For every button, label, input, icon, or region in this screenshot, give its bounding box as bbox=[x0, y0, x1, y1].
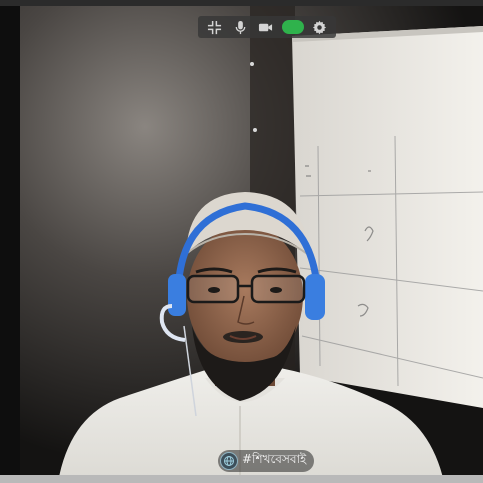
video-frame: #শিখবেসবাই bbox=[0, 0, 483, 483]
exit-fullscreen-icon bbox=[208, 20, 222, 34]
settings-button[interactable] bbox=[309, 18, 329, 36]
caption-text: #শিখবেসবাই bbox=[242, 452, 307, 466]
caption-badge: #শিখবেসবাই bbox=[218, 450, 315, 472]
call-toolbar bbox=[198, 16, 336, 38]
gear-icon bbox=[312, 20, 326, 34]
exit-fullscreen-button[interactable] bbox=[205, 18, 225, 36]
video-camera-icon bbox=[259, 23, 273, 31]
video-camera-button[interactable] bbox=[256, 18, 276, 36]
microphone-button[interactable] bbox=[230, 18, 250, 36]
microphone-icon bbox=[235, 20, 246, 34]
toggle-button[interactable] bbox=[281, 20, 304, 34]
globe-logo-icon bbox=[220, 452, 238, 470]
video-feed bbox=[0, 6, 483, 475]
